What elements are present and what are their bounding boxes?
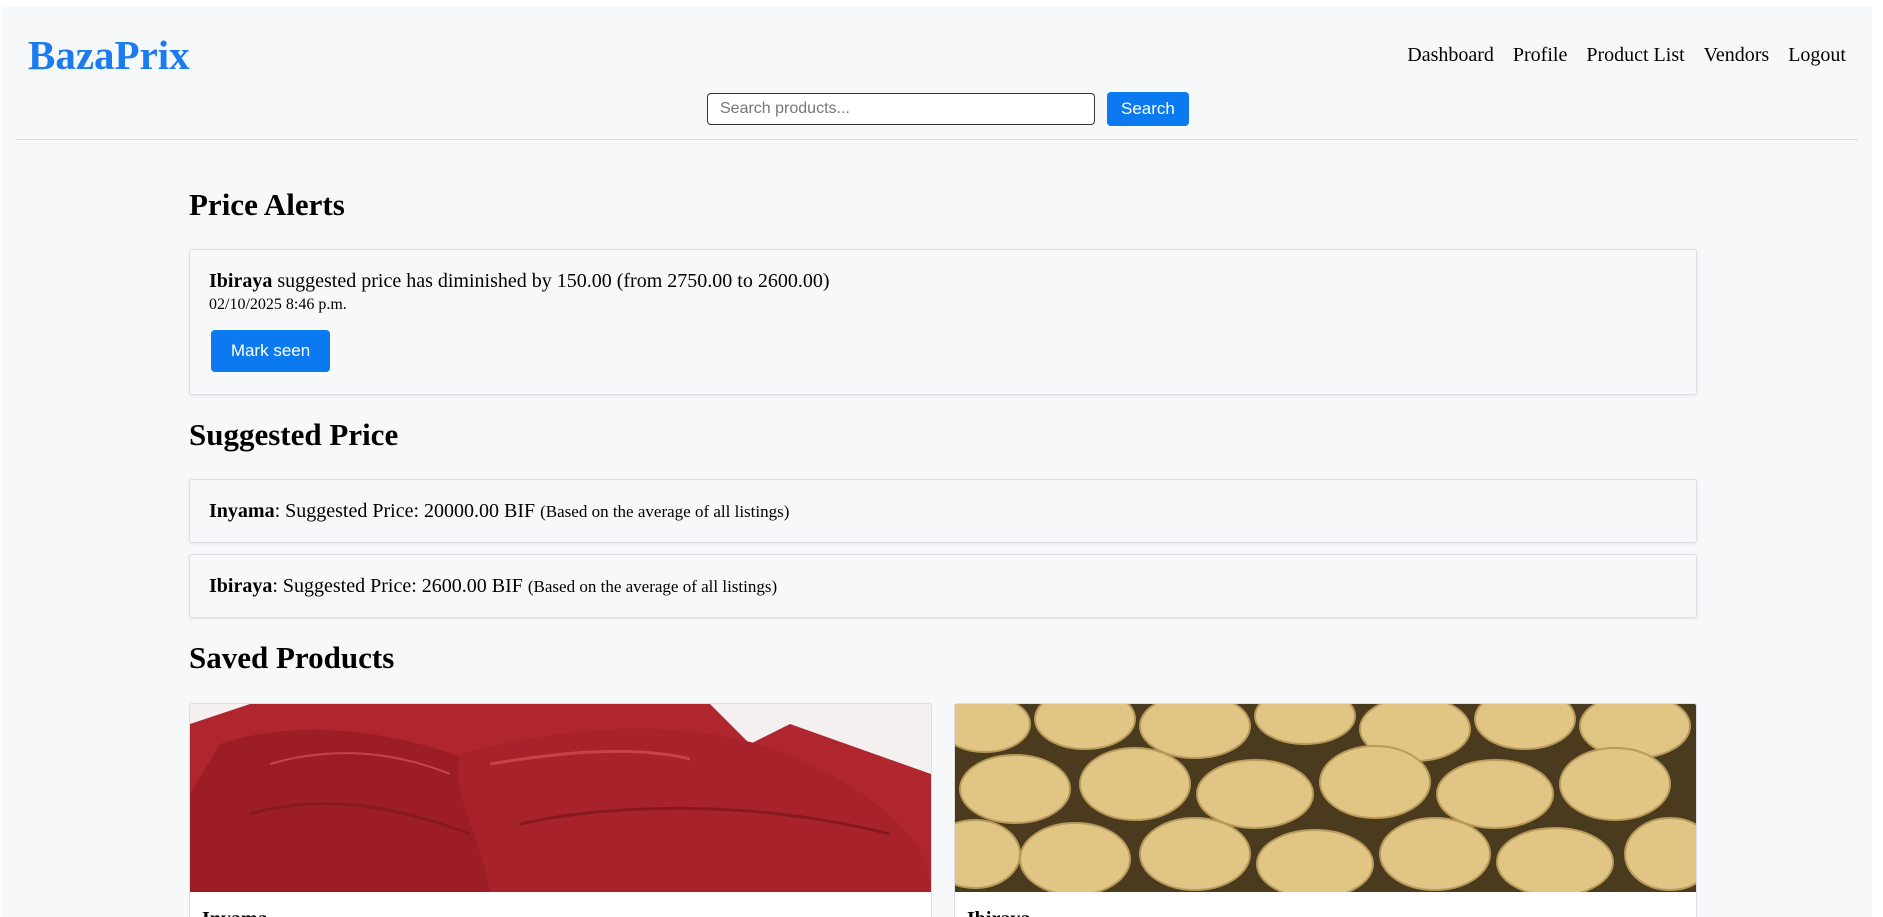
suggested-price-text: : Suggested Price: 20000.00 BIF	[274, 500, 541, 522]
raw-meat-image	[190, 704, 931, 892]
page: BazaPrix Dashboard Profile Product List …	[2, 7, 1872, 917]
nav-logout[interactable]: Logout	[1788, 44, 1846, 67]
suggested-price-card: Ibiraya: Suggested Price: 2600.00 BIF (B…	[189, 554, 1697, 618]
mark-seen-button[interactable]: Mark seen	[211, 330, 330, 372]
nav-dashboard[interactable]: Dashboard	[1407, 44, 1494, 67]
suggested-price-line: Inyama: Suggested Price: 20000.00 BIF (B…	[209, 500, 789, 523]
alert-product: Ibiraya	[209, 270, 273, 292]
nav-profile[interactable]: Profile	[1513, 44, 1567, 67]
header: BazaPrix Dashboard Profile Product List …	[16, 7, 1858, 140]
product-name: Ibiraya	[967, 908, 1030, 917]
product-name: Inyama	[202, 908, 268, 917]
alert-timestamp: 02/10/2025 8:46 p.m.	[209, 296, 347, 313]
search-button[interactable]: Search	[1107, 92, 1189, 126]
alert-text: suggested price has diminished by 150.00…	[272, 270, 830, 292]
price-alerts-heading: Price Alerts	[189, 187, 345, 222]
alert-message: Ibiraya suggested price has diminished b…	[209, 270, 830, 293]
suggested-price-note: (Based on the average of all listings)	[527, 577, 778, 596]
suggested-product: Inyama	[209, 500, 275, 522]
nav-vendors[interactable]: Vendors	[1704, 44, 1770, 67]
product-card-ibiraya[interactable]: Ibiraya	[954, 703, 1697, 917]
suggested-product: Ibiraya	[209, 575, 273, 597]
brand-logo[interactable]: BazaPrix	[28, 31, 190, 79]
suggested-price-heading: Suggested Price	[189, 417, 399, 452]
alert-card: Ibiraya suggested price has diminished b…	[189, 249, 1697, 395]
search-input[interactable]	[707, 93, 1095, 125]
nav-product-list[interactable]: Product List	[1586, 44, 1684, 67]
suggested-price-card: Inyama: Suggested Price: 20000.00 BIF (B…	[189, 479, 1697, 543]
suggested-price-line: Ibiraya: Suggested Price: 2600.00 BIF (B…	[209, 575, 777, 598]
search-bar: Search	[707, 92, 1189, 126]
product-card-inyama[interactable]: Inyama	[189, 703, 932, 917]
suggested-price-note: (Based on the average of all listings)	[540, 502, 790, 521]
potatoes-image	[955, 704, 1696, 892]
main-nav: Dashboard Profile Product List Vendors L…	[1407, 44, 1846, 67]
suggested-price-text: : Suggested Price: 2600.00 BIF	[272, 575, 528, 597]
saved-products-heading: Saved Products	[189, 640, 395, 675]
